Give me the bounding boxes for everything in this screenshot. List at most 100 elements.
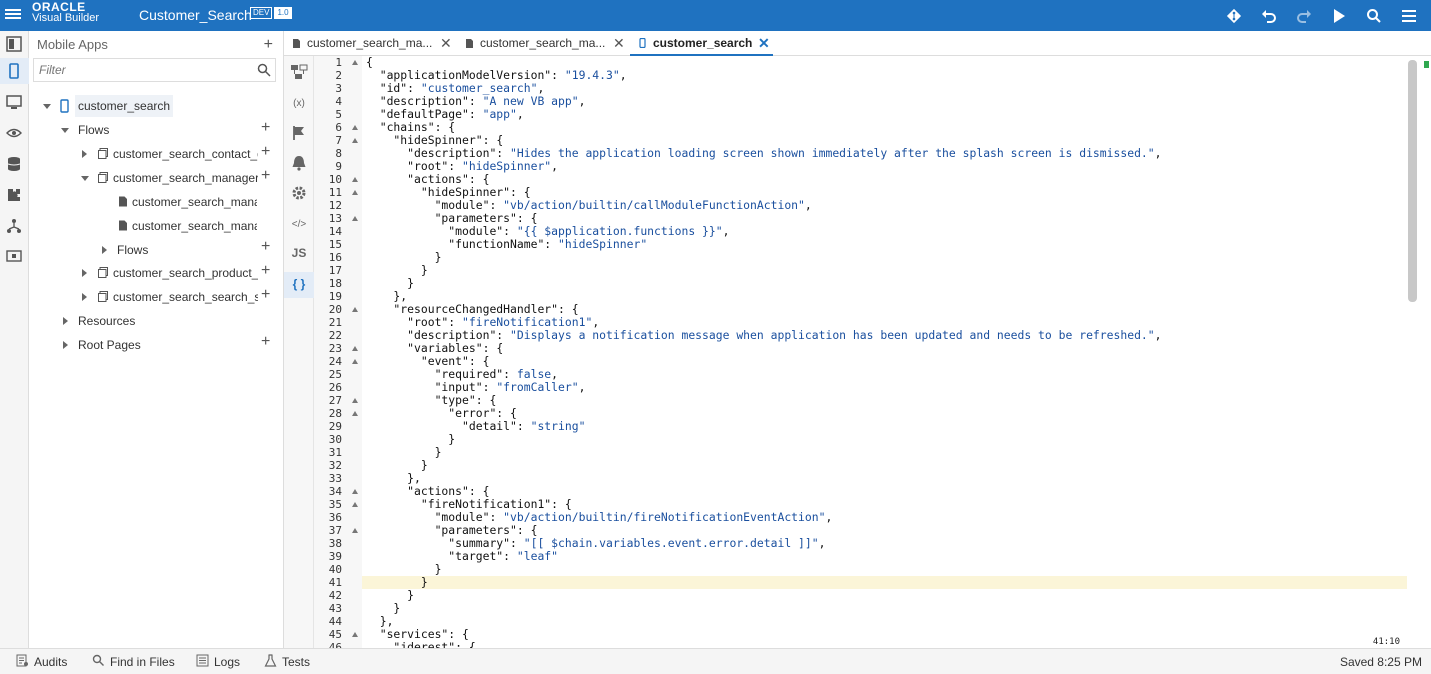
source-icon[interactable]	[5, 217, 23, 235]
fold-arrow-icon[interactable]	[352, 398, 358, 403]
add-app-button[interactable]: +	[264, 36, 273, 54]
fold-arrow-icon[interactable]	[352, 190, 358, 195]
line-number: 41	[328, 576, 342, 589]
search-icon[interactable]	[257, 63, 271, 77]
diagram-icon[interactable]	[290, 63, 308, 81]
line-number: 35	[328, 498, 342, 511]
expand-icon[interactable]	[82, 293, 87, 301]
action-chains-icon[interactable]	[290, 124, 308, 142]
fold-arrow-icon[interactable]	[352, 489, 358, 494]
app-title[interactable]: Customer_Search	[139, 7, 252, 23]
collapse-icon[interactable]	[43, 104, 51, 109]
redo-icon[interactable]	[1295, 7, 1313, 25]
add-button[interactable]: +	[261, 238, 270, 256]
line-number: 46	[328, 641, 342, 648]
line-number: 20	[328, 303, 342, 316]
close-icon[interactable]: ✕	[613, 31, 625, 56]
fold-arrow-icon[interactable]	[352, 502, 358, 507]
add-flow-button[interactable]: +	[261, 119, 270, 137]
html-source-icon[interactable]: </>	[290, 216, 308, 234]
navigator-title: Mobile Apps	[37, 37, 108, 52]
fold-arrow-icon[interactable]	[352, 125, 358, 130]
search-icon[interactable]	[1365, 7, 1383, 25]
line-number: 27	[328, 394, 342, 407]
add-button[interactable]: +	[261, 167, 270, 185]
run-icon[interactable]	[1330, 7, 1348, 25]
tree-item-root-pages[interactable]: Root Pages	[59, 334, 209, 356]
json-source-icon[interactable]: { }	[290, 275, 308, 293]
tree-item-product[interactable]: customer_search_product_page	[78, 262, 258, 284]
add-button[interactable]: +	[261, 286, 270, 304]
line-number: 15	[328, 238, 342, 251]
close-icon[interactable]: ✕	[440, 31, 452, 56]
tests-icon	[264, 654, 277, 667]
tab-3[interactable]: customer_search ✕	[630, 31, 773, 56]
fold-arrow-icon[interactable]	[352, 528, 358, 533]
fold-arrow-icon[interactable]	[352, 307, 358, 312]
tree-item-root[interactable]: customer_search	[41, 95, 271, 117]
expand-icon[interactable]	[82, 269, 87, 277]
tests-label: Tests	[282, 655, 311, 669]
add-button[interactable]: +	[261, 143, 270, 161]
expand-icon[interactable]	[82, 150, 87, 158]
tree-item-contact[interactable]: customer_search_contact_details	[78, 143, 258, 165]
collapse-icon[interactable]	[61, 128, 69, 133]
tool-rail: (x) </> JS { }	[284, 56, 314, 648]
line-number: 14	[328, 225, 342, 238]
web-apps-icon[interactable]	[5, 93, 23, 111]
line-number: 29	[328, 420, 342, 433]
fold-arrow-icon[interactable]	[352, 177, 358, 182]
tab-1[interactable]: customer_search_ma... ✕	[284, 31, 454, 56]
fold-arrow-icon[interactable]	[352, 138, 358, 143]
line-number: 34	[328, 485, 342, 498]
fold-arrow-icon[interactable]	[352, 346, 358, 351]
file-icon	[466, 39, 473, 48]
hamburger-menu-icon[interactable]	[1400, 7, 1418, 25]
git-icon[interactable]	[1225, 7, 1243, 25]
fold-arrow-icon[interactable]	[352, 632, 358, 637]
menu-icon[interactable]	[5, 7, 21, 23]
add-root-page-button[interactable]: +	[261, 333, 270, 351]
vertical-scrollbar[interactable]	[1408, 60, 1417, 640]
settings-icon[interactable]	[290, 184, 308, 202]
tree-item-search[interactable]: customer_search_search_sales	[78, 286, 258, 308]
js-source-icon[interactable]: JS	[290, 244, 308, 262]
add-button[interactable]: +	[261, 262, 270, 280]
tree-item-resources[interactable]: Resources	[59, 310, 209, 332]
tree-item-manager-page-2[interactable]: customer_search_manager-flow	[116, 215, 261, 237]
tree-item-manager[interactable]: customer_search_manager	[78, 167, 258, 189]
business-objects-icon[interactable]	[5, 155, 23, 173]
events-icon[interactable]	[290, 154, 308, 172]
processes-icon[interactable]	[5, 35, 23, 53]
tab-2[interactable]: customer_search_ma... ✕	[457, 31, 627, 56]
expand-icon[interactable]	[102, 246, 107, 254]
line-number: 4	[335, 95, 342, 108]
expand-icon[interactable]	[63, 341, 68, 349]
fold-arrow-icon[interactable]	[352, 216, 358, 221]
expand-icon[interactable]	[63, 317, 68, 325]
collapse-icon[interactable]	[81, 176, 89, 181]
variables-icon[interactable]: (x)	[290, 95, 308, 113]
tree-item-manager-page-1[interactable]: customer_search_manager-start	[116, 191, 261, 213]
tree-item-flows[interactable]: Flows	[59, 119, 259, 141]
line-number: 44	[328, 615, 342, 628]
status-bar: Audits Find in Files Logs Tests Saved 8:…	[0, 648, 1431, 674]
fold-arrow-icon[interactable]	[352, 411, 358, 416]
line-number: 23	[328, 342, 342, 355]
fold-arrow-icon[interactable]	[352, 359, 358, 364]
service-connections-icon[interactable]	[5, 124, 23, 142]
scrollbar-thumb[interactable]	[1408, 60, 1417, 302]
fold-arrow-icon[interactable]	[352, 60, 358, 65]
mobile-apps-icon[interactable]	[5, 62, 23, 80]
line-number: 43	[328, 602, 342, 615]
tree-label-root: customer_search	[75, 95, 174, 117]
code-editor[interactable]: 1 2 3 4 5 6 7 8 9 10 11 12 13 14 15 16 17 18 19 20 21 22 23 24 2…	[314, 56, 1431, 648]
line-number: 16	[328, 251, 342, 264]
close-icon[interactable]: ✕	[758, 31, 770, 56]
components-icon[interactable]	[5, 186, 23, 204]
tree-item-sub-flows[interactable]: Flows	[99, 239, 239, 261]
artifacts-icon[interactable]	[5, 247, 23, 265]
filter-input[interactable]	[33, 58, 276, 82]
page-icon	[119, 220, 127, 231]
undo-icon[interactable]	[1260, 7, 1278, 25]
